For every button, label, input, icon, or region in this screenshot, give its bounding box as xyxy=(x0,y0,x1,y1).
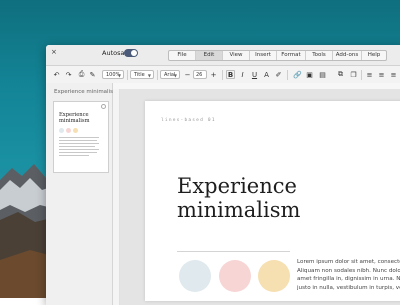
body-line: Aliquam non sodales nibh. Nunc dolor nun… xyxy=(297,267,400,274)
decrease-font-button[interactable]: − xyxy=(183,70,192,79)
color-swatch-yellow xyxy=(258,260,290,292)
menu-file[interactable]: File xyxy=(169,51,196,60)
body-line: justo in nulla, vestibulum in turpis, ve… xyxy=(297,284,400,291)
menu-add-ons[interactable]: Add-ons xyxy=(333,51,362,60)
chevron-down-icon: ▼ xyxy=(147,73,151,78)
underline-button[interactable]: U xyxy=(250,70,259,79)
vertical-ruler xyxy=(113,89,120,305)
thumbnail-text-line xyxy=(59,137,99,138)
font-size-field[interactable]: 26 xyxy=(193,70,207,79)
menu-insert[interactable]: Insert xyxy=(250,51,277,60)
body-line: amet fringilla in, dignissim in urna. Nu… xyxy=(297,276,400,282)
toggle-knob xyxy=(131,50,137,56)
separator xyxy=(361,70,362,80)
font-select[interactable]: Arial ▼ xyxy=(160,70,180,79)
menu-help[interactable]: Help xyxy=(362,51,386,60)
thumbnail-swatch xyxy=(73,128,78,133)
close-thumbnail-icon[interactable] xyxy=(101,104,106,109)
body-line: Lorem ipsum dolor sit amet, consectetur … xyxy=(297,259,400,265)
menu-format[interactable]: Format xyxy=(277,51,306,60)
document-page[interactable]: lines-based 01 Experience minimalism Lor… xyxy=(145,101,400,301)
image-icon[interactable]: ▤ xyxy=(318,70,327,79)
text-color-button[interactable]: A xyxy=(262,70,271,79)
print-layout-icon[interactable]: ⧉ xyxy=(336,70,345,79)
thumbnail-swatch xyxy=(59,128,64,133)
thumbnail-title: Experience minimalism xyxy=(59,112,90,124)
color-swatch-pink xyxy=(219,260,251,292)
align-right-icon[interactable]: ≡ xyxy=(389,70,398,79)
color-swatch-blue xyxy=(179,260,211,292)
zoom-select[interactable]: 100% ▼ xyxy=(102,70,124,79)
separator xyxy=(287,70,288,80)
undo-icon[interactable]: ↶ xyxy=(52,70,61,79)
increase-font-button[interactable]: + xyxy=(209,70,218,79)
title-bar: × Autosave File Edit View Insert Format … xyxy=(46,45,400,66)
style-select[interactable]: Title ▼ xyxy=(130,70,154,79)
thumbnail-text-line xyxy=(59,155,89,156)
separator xyxy=(127,70,128,80)
paint-format-icon[interactable]: ✎ xyxy=(88,70,97,79)
page-headline: Experience minimalism xyxy=(177,174,300,222)
menu-view[interactable]: View xyxy=(223,51,250,60)
chevron-down-icon: ▼ xyxy=(173,73,177,78)
italic-button[interactable]: I xyxy=(238,70,247,79)
thumbnail-text-line xyxy=(59,152,97,153)
chevron-down-icon: ▼ xyxy=(117,73,121,78)
divider xyxy=(177,251,290,252)
highlight-icon[interactable]: ✐ xyxy=(274,70,283,79)
outline-title: Experience minimalism xyxy=(54,89,119,95)
redo-icon[interactable]: ↷ xyxy=(64,70,73,79)
autosave-toggle[interactable] xyxy=(124,49,138,57)
menu-tools[interactable]: Tools xyxy=(306,51,333,60)
menu-edit[interactable]: Edit xyxy=(196,51,223,60)
menu-bar: File Edit View Insert Format Tools Add-o… xyxy=(168,50,387,61)
print-icon[interactable]: ⎙ xyxy=(77,70,86,79)
headline-line-1: Experience xyxy=(177,174,297,198)
outline-panel: Experience minimalism Experience minimal… xyxy=(46,83,118,305)
thumbnail-text-line xyxy=(59,146,95,147)
font-size-value: 26 xyxy=(196,72,203,78)
close-icon[interactable]: × xyxy=(51,48,57,56)
page-thumbnail[interactable]: Experience minimalism xyxy=(53,101,109,173)
align-left-icon[interactable]: ≡ xyxy=(365,70,374,79)
bold-button[interactable]: B xyxy=(226,70,235,79)
headline-line-2: minimalism xyxy=(177,198,301,222)
comment-icon[interactable]: ▣ xyxy=(305,70,314,79)
thumbnail-text-line xyxy=(59,143,99,144)
link-icon[interactable]: 🔗 xyxy=(293,70,302,79)
thumbnail-text-line xyxy=(59,149,99,150)
body-paragraph[interactable]: Lorem ipsum dolor sit amet, consectetur … xyxy=(297,258,400,292)
page-label: lines-based 01 xyxy=(161,118,216,123)
thumbnail-swatch xyxy=(66,128,71,133)
align-center-icon[interactable]: ≡ xyxy=(377,70,386,79)
separator xyxy=(222,70,223,80)
style-value: Title xyxy=(134,72,145,78)
thumbnail-text-line xyxy=(59,140,97,141)
copy-icon[interactable]: ❐ xyxy=(349,70,358,79)
separator xyxy=(157,70,158,80)
